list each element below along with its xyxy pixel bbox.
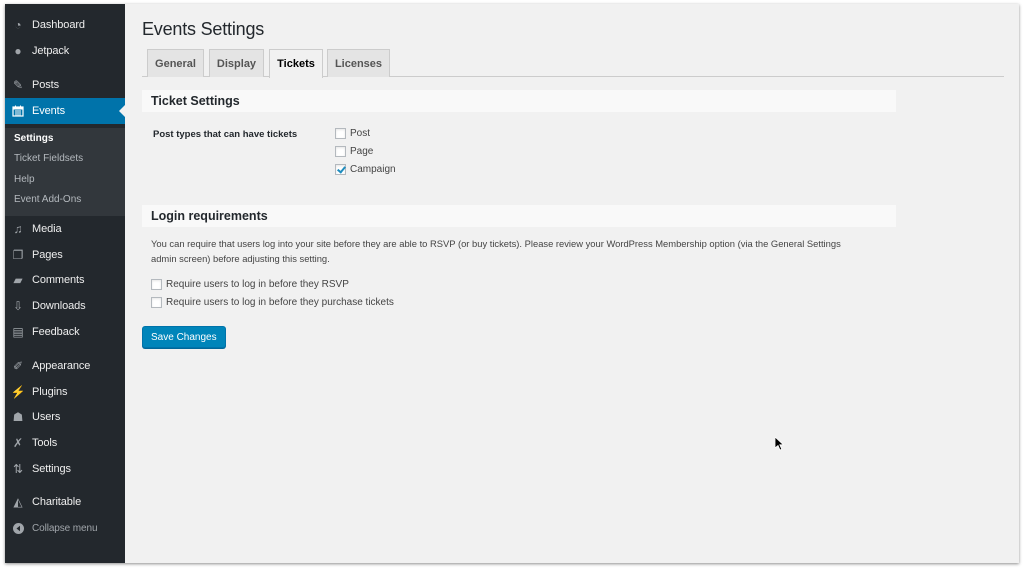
sidebar-item-jetpack[interactable]: ● Jetpack bbox=[5, 38, 125, 64]
page-title: Events Settings bbox=[142, 19, 265, 39]
sidebar-item-tools[interactable]: ✗ Tools bbox=[5, 430, 125, 456]
sidebar-item-events[interactable]: Events bbox=[5, 98, 125, 124]
sidebar-item-media[interactable]: ♫ Media bbox=[5, 216, 125, 242]
sidebar-item-users[interactable]: ☗ Users bbox=[5, 404, 125, 430]
sidebar-item-pages[interactable]: ❐ Pages bbox=[5, 242, 125, 268]
campaign-checkbox[interactable] bbox=[335, 164, 346, 175]
tab-tickets[interactable]: Tickets bbox=[269, 49, 323, 78]
media-icon: ♫ bbox=[13, 222, 23, 236]
browser-frame: ◔ Dashboard ● Jetpack ✎ Posts Events Set… bbox=[5, 4, 1019, 563]
submenu-settings[interactable]: Settings bbox=[14, 133, 53, 144]
mouse-cursor-icon bbox=[775, 437, 785, 451]
jetpack-icon: ● bbox=[14, 44, 22, 58]
submenu-event-add-ons[interactable]: Event Add-Ons bbox=[14, 194, 81, 205]
post-checkbox[interactable] bbox=[335, 128, 346, 139]
checkbox-page[interactable]: Page bbox=[335, 146, 373, 157]
download-icon: ⇩ bbox=[12, 299, 24, 313]
events-submenu: Settings Ticket Fieldsets Help Event Add… bbox=[5, 128, 125, 216]
checkbox-require-login-purchase[interactable]: Require users to log in before they purc… bbox=[151, 297, 394, 308]
plug-icon: ⚡ bbox=[10, 385, 26, 399]
admin-sidebar: ◔ Dashboard ● Jetpack ✎ Posts Events Set… bbox=[5, 4, 125, 563]
pages-icon: ❐ bbox=[12, 248, 24, 262]
save-changes-button[interactable]: Save Changes bbox=[142, 326, 226, 348]
sidebar-item-plugins[interactable]: ⚡ Plugins bbox=[5, 379, 125, 405]
comment-icon: ▰ bbox=[13, 273, 23, 287]
page-checkbox[interactable] bbox=[335, 146, 346, 157]
login-requirements-heading: Login requirements bbox=[142, 205, 896, 227]
megaphone-icon: ◭ bbox=[13, 495, 23, 509]
feedback-icon: ▤ bbox=[12, 325, 24, 339]
sidebar-item-posts[interactable]: ✎ Posts bbox=[5, 72, 125, 98]
collapse-menu-button[interactable]: Collapse menu bbox=[5, 515, 125, 541]
sidebar-item-settings[interactable]: ⇅ Settings bbox=[5, 456, 125, 482]
sidebar-item-appearance[interactable]: ✐ Appearance bbox=[5, 353, 125, 379]
checkbox-post[interactable]: Post bbox=[335, 128, 370, 139]
wrench-icon: ✗ bbox=[12, 436, 24, 450]
checkbox-require-login-rsvp[interactable]: Require users to log in before they RSVP bbox=[151, 279, 349, 290]
submenu-ticket-fieldsets[interactable]: Ticket Fieldsets bbox=[14, 153, 83, 164]
tab-general[interactable]: General bbox=[147, 49, 204, 77]
collapse-arrow-icon bbox=[11, 521, 25, 535]
user-icon: ☗ bbox=[12, 410, 24, 424]
submenu-help[interactable]: Help bbox=[14, 174, 35, 185]
pin-icon: ✎ bbox=[12, 78, 24, 92]
main-content: Events Settings General Display Tickets … bbox=[142, 4, 1019, 563]
sidebar-item-downloads[interactable]: ⇩ Downloads bbox=[5, 293, 125, 319]
sidebar-item-charitable[interactable]: ◭ Charitable bbox=[5, 489, 125, 515]
sidebar-item-dashboard[interactable]: ◔ Dashboard bbox=[5, 12, 125, 38]
dashboard-icon: ◔ bbox=[14, 18, 22, 32]
sidebar-item-feedback[interactable]: ▤ Feedback bbox=[5, 319, 125, 345]
tab-licenses[interactable]: Licenses bbox=[327, 49, 390, 77]
sidebar-item-comments[interactable]: ▰ Comments bbox=[5, 267, 125, 293]
require-login-rsvp-checkbox[interactable] bbox=[151, 279, 162, 290]
sliders-icon: ⇅ bbox=[12, 462, 24, 476]
ticket-settings-heading: Ticket Settings bbox=[142, 90, 896, 112]
require-login-purchase-checkbox[interactable] bbox=[151, 297, 162, 308]
tab-display[interactable]: Display bbox=[209, 49, 264, 77]
checkbox-campaign[interactable]: Campaign bbox=[335, 164, 396, 175]
paintbrush-icon: ✐ bbox=[12, 359, 24, 373]
calendar-icon bbox=[11, 104, 25, 118]
post-types-label: Post types that can have tickets bbox=[153, 129, 298, 140]
login-requirements-description: You can require that users log into your… bbox=[151, 238, 841, 264]
